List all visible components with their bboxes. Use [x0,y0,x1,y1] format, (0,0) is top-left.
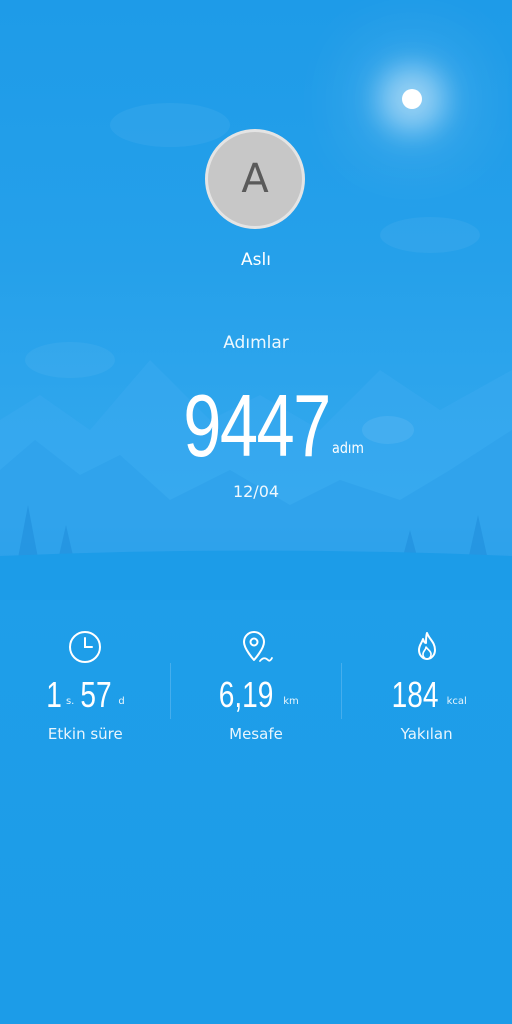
location-pin-icon [242,631,273,662]
stat-calories[interactable]: 184 kcal Yakılan [341,625,512,765]
distance-value: 6,19 [218,674,274,715]
distance-label: Mesafe [229,725,283,743]
calories-label: Yakılan [400,725,453,743]
flame-icon [417,632,436,660]
stats-row: 1 s. 57 d Etkin süre 6,19 km Mesafe 184 … [0,625,512,765]
steps-label: Adımlar [223,333,289,353]
stat-active-time[interactable]: 1 s. 57 d Etkin süre [0,625,171,765]
calories-unit: kcal [446,696,467,707]
calories-value: 184 [391,674,438,715]
active-time-value: 1 s. 57 d [0,671,171,715]
steps-date: 12/04 [232,482,280,501]
clock-icon [69,631,102,663]
distance-value-row: 6,19 km [171,671,342,715]
steps-value: 9447 [183,376,332,475]
distance-unit: km [283,696,299,707]
active-time-label: Etkin süre [47,725,123,743]
stat-divider [170,663,171,719]
calories-value-row: 184 kcal [341,671,512,715]
stat-divider [341,663,342,719]
background-scenery [0,103,512,600]
avatar[interactable]: A [205,129,305,229]
avatar-initial: A [241,156,269,202]
active-time-minutes: 57 [80,674,112,715]
user-name: Aslı [241,250,271,270]
steps-unit: adım [332,439,364,457]
active-time-minutes-unit: d [118,696,125,707]
active-time-hours-unit: s. [65,696,75,707]
stat-distance[interactable]: 6,19 km Mesafe [171,625,342,765]
active-time-hours: 1 [46,674,62,715]
sun-decoration [402,89,422,109]
steps-count[interactable]: 9447 adım [0,372,512,472]
